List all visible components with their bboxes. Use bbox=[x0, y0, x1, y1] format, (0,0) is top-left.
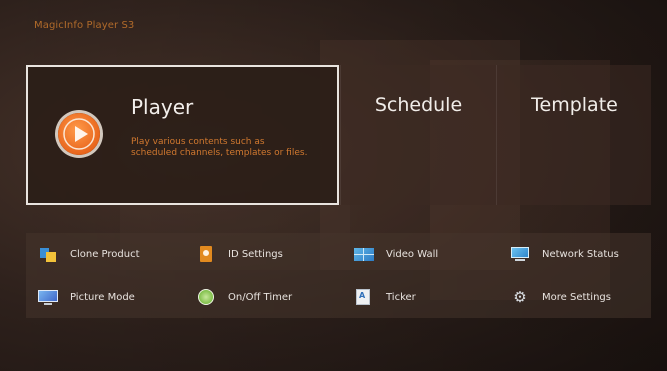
video-wall-item[interactable]: Video Wall bbox=[354, 243, 438, 265]
template-title: Template bbox=[531, 94, 618, 116]
ticker-icon: A bbox=[354, 289, 374, 305]
id-settings-item[interactable]: ID Settings bbox=[196, 243, 283, 265]
on-off-timer-item[interactable]: On/Off Timer bbox=[196, 286, 292, 308]
picture-mode-item[interactable]: Picture Mode bbox=[38, 286, 135, 308]
id-settings-icon bbox=[196, 246, 216, 262]
clone-product-item[interactable]: Clone Product bbox=[38, 243, 140, 265]
network-status-label: Network Status bbox=[542, 248, 619, 260]
clone-product-icon bbox=[38, 246, 58, 262]
video-wall-label: Video Wall bbox=[386, 248, 439, 260]
more-settings-item[interactable]: ⚙ More Settings bbox=[510, 286, 611, 308]
template-card[interactable]: Template bbox=[496, 65, 652, 205]
player-title: Player bbox=[131, 95, 194, 119]
picture-mode-icon bbox=[38, 289, 58, 305]
gear-icon: ⚙ bbox=[513, 288, 527, 306]
ticker-label: Ticker bbox=[386, 291, 416, 303]
player-card[interactable]: Player Play various contents such as sch… bbox=[26, 65, 339, 205]
picture-mode-label: Picture Mode bbox=[70, 291, 135, 303]
timer-icon bbox=[196, 289, 216, 305]
play-icon bbox=[58, 113, 100, 155]
more-settings-label: More Settings bbox=[542, 291, 611, 303]
video-wall-icon bbox=[354, 246, 374, 262]
player-description: Play various contents such as scheduled … bbox=[131, 137, 308, 158]
network-status-item[interactable]: Network Status bbox=[510, 243, 619, 265]
id-settings-label: ID Settings bbox=[228, 248, 283, 260]
clone-product-label: Clone Product bbox=[70, 248, 140, 260]
schedule-title: Schedule bbox=[374, 94, 463, 116]
ticker-item[interactable]: A Ticker bbox=[354, 286, 416, 308]
network-status-icon bbox=[510, 246, 530, 262]
app-title: MagicInfo Player S3 bbox=[34, 20, 135, 31]
schedule-card[interactable]: Schedule bbox=[340, 65, 496, 205]
on-off-timer-label: On/Off Timer bbox=[228, 291, 293, 303]
